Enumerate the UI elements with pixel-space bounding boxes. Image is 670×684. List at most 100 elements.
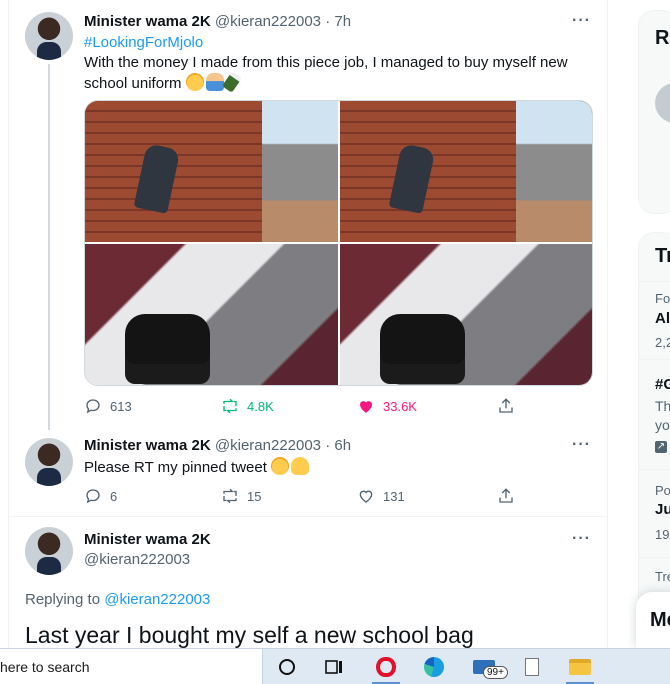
opera-taskbar-button[interactable] <box>364 649 408 684</box>
tweet-text: Please RT my pinned tweet <box>84 457 594 478</box>
face-emoji-icon <box>271 457 290 475</box>
tweet-time[interactable]: 7h <box>334 13 351 30</box>
display-name[interactable]: Minister wama 2K <box>84 530 211 550</box>
photo-digging-1[interactable] <box>85 101 338 242</box>
reply-count: 6 <box>110 488 118 504</box>
cortana-icon <box>279 659 295 675</box>
reply-count: 613 <box>110 398 132 414</box>
tweet-body: With the money I made from this piece jo… <box>84 54 568 92</box>
avatar[interactable] <box>25 527 73 575</box>
photo-uniform-1[interactable] <box>85 244 338 385</box>
display-name[interactable]: Minister wama 2K <box>84 437 211 454</box>
thread-line <box>48 64 50 430</box>
trend-description: yo <box>655 417 670 433</box>
heart-icon <box>359 490 373 503</box>
sidebar-card-trends: Tr Foo Al 2,2 #G Th yo ↗ Pol Ju 19. Tre <box>638 232 670 612</box>
trend-description: Th <box>655 398 670 414</box>
cortana-button[interactable] <box>265 649 309 684</box>
user-handle[interactable]: @kieran222003 <box>215 437 321 454</box>
like-button[interactable]: 131 <box>357 487 405 505</box>
reply-icon <box>86 399 100 414</box>
share-icon <box>499 488 513 503</box>
photo-uniform-2[interactable] <box>339 244 592 385</box>
like-button[interactable]: 33.6K <box>357 397 417 415</box>
trend-meta: Foo <box>655 291 670 306</box>
sidebar-card-relevant-people: Re <box>638 10 670 214</box>
trend-meta: Tre <box>655 569 670 584</box>
retweet-count: 4.8K <box>247 398 274 414</box>
trend-count: 19. <box>655 527 670 542</box>
trend-title[interactable]: #G <box>655 376 670 393</box>
retweet-icon <box>223 398 237 414</box>
replying-to: Replying to @kieran222003 <box>25 591 210 608</box>
more-options-icon[interactable]: ··· <box>572 12 591 30</box>
document-taskbar-button[interactable] <box>510 649 554 684</box>
person-emoji-icon <box>205 73 224 91</box>
avatar[interactable] <box>25 12 73 60</box>
share-icon <box>499 398 513 413</box>
tweet-header: Minister wama 2K @kieran222003 · 7h <box>84 12 351 32</box>
file-explorer-taskbar-button[interactable] <box>558 649 602 684</box>
divider <box>639 359 670 360</box>
replying-to-mention[interactable]: @kieran222003 <box>104 591 210 608</box>
taskbar-search-box[interactable]: here to search <box>0 649 263 684</box>
task-view-button[interactable] <box>313 649 357 684</box>
trend-count: 2,2 <box>655 335 670 350</box>
more-options-icon[interactable]: ··· <box>572 530 591 548</box>
trend-title[interactable]: Ju <box>655 501 670 518</box>
tweet-focused[interactable]: Minister wama 2K @kieran222003 ··· Reply… <box>9 517 607 648</box>
tweet-main[interactable]: Minister wama 2K @kieran222003 · 7h ··· … <box>9 0 607 430</box>
messages-label: Me <box>650 609 670 631</box>
search-placeholder: here to search <box>0 659 90 675</box>
media-grid <box>84 100 593 386</box>
tweet-actions: 613 4.8K 33.6K <box>84 397 594 419</box>
separator-dot: · <box>325 437 331 454</box>
opera-icon <box>376 657 396 677</box>
tweet-actions: 6 15 131 <box>84 487 594 509</box>
task-view-icon <box>325 660 342 674</box>
retweet-button[interactable]: 15 <box>221 487 261 505</box>
trending-arrow-icon: ↗ <box>655 441 667 453</box>
folder-icon <box>569 659 591 675</box>
messages-drawer[interactable]: Me <box>636 592 670 648</box>
like-count: 33.6K <box>383 398 417 414</box>
windows-taskbar: here to search 99+ <box>0 648 670 684</box>
tweet-time[interactable]: 6h <box>334 437 351 454</box>
praying-hands-emoji-icon <box>291 457 310 475</box>
tweet-body: Last year I bought my self a new school … <box>25 622 474 648</box>
reply-icon <box>86 489 100 504</box>
tweet-body: Please RT my pinned tweet <box>84 459 267 476</box>
edge-taskbar-button[interactable] <box>412 649 456 684</box>
avatar[interactable] <box>25 438 73 486</box>
retweet-count: 15 <box>247 488 262 504</box>
trend-meta: Pol <box>655 483 670 498</box>
display-name[interactable]: Minister wama 2K <box>84 13 211 30</box>
face-emoji-icon <box>185 73 204 91</box>
retweet-button[interactable]: 4.8K <box>221 397 274 415</box>
tweet-header: Minister wama 2K @kieran222003 <box>84 530 211 570</box>
more-options-icon[interactable]: ··· <box>572 436 591 454</box>
hashtag-link[interactable]: #LookingForMjolo <box>84 33 594 53</box>
card-title: Tr <box>655 245 670 267</box>
tweet-header: Minister wama 2K @kieran222003 · 6h <box>84 436 351 456</box>
edge-icon <box>424 657 444 677</box>
like-count: 131 <box>383 488 405 504</box>
document-icon <box>525 658 539 676</box>
photo-digging-2[interactable] <box>339 101 592 242</box>
divider <box>639 281 670 282</box>
card-title: Re <box>655 27 670 49</box>
tweet-reply[interactable]: Minister wama 2K @kieran222003 · 6h ··· … <box>9 430 607 516</box>
retweet-icon <box>223 488 237 504</box>
user-handle[interactable]: @kieran222003 <box>84 550 211 570</box>
share-button[interactable] <box>497 487 515 505</box>
share-button[interactable] <box>497 397 515 415</box>
trend-title[interactable]: Al <box>655 310 670 327</box>
tweet-feed: Minister wama 2K @kieran222003 · 7h ··· … <box>8 0 608 648</box>
reply-button[interactable]: 6 <box>84 487 117 505</box>
mail-taskbar-button[interactable]: 99+ <box>462 649 508 684</box>
bottle-emoji-icon <box>221 71 242 93</box>
mail-badge: 99+ <box>483 666 508 679</box>
reply-button[interactable]: 613 <box>84 397 132 415</box>
user-handle[interactable]: @kieran222003 <box>215 13 321 30</box>
avatar[interactable] <box>655 83 670 123</box>
